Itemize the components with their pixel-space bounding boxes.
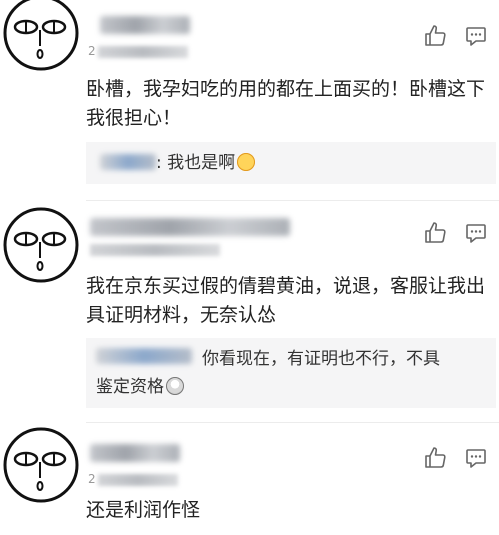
comment-1: 2 卧槽，我孕妇吃的用的都在上面买的！卧槽这下我很担心！ : 我也是啊 (0, 0, 499, 201)
username-blurred[interactable] (90, 218, 290, 236)
thumbs-up-icon (425, 222, 446, 243)
thumbs-up-icon (425, 25, 446, 46)
reply-username-blurred[interactable] (100, 154, 156, 170)
like-button[interactable] (423, 221, 447, 245)
shocked-face-emoji-icon (166, 377, 184, 395)
avatar[interactable] (2, 426, 80, 504)
username-blurred[interactable] (90, 444, 180, 462)
meme-face-avatar-icon (3, 0, 79, 71)
comment-bubble-icon (466, 224, 486, 243)
reply-text: : 我也是啊 (156, 149, 256, 177)
meme-face-avatar-icon (3, 427, 79, 503)
reply-button[interactable] (464, 24, 488, 48)
avatar[interactable] (2, 0, 80, 72)
comment-text: 卧槽，我孕妇吃的用的都在上面买的！卧槽这下我很担心！ (86, 78, 486, 129)
avatar[interactable] (2, 206, 80, 284)
sad-face-emoji-icon (237, 153, 256, 171)
comment-bubble-icon (466, 27, 486, 46)
username-blurred[interactable] (100, 16, 190, 34)
comment-2: 我在京东买过假的倩碧黄油，说退，客服让我出具证明材料，无奈认怂 你看现在，有证明… (0, 200, 499, 423)
like-button[interactable] (423, 446, 447, 470)
date-blurred (98, 474, 178, 486)
thumbs-up-icon (425, 447, 446, 468)
comment-text: 还是利润作怪 (86, 499, 201, 521)
date-blurred (98, 46, 188, 58)
reply-text: 你看现在，有证明也不行，不具鉴定资格 (96, 349, 440, 397)
reply-box[interactable]: : 我也是啊 (86, 142, 496, 184)
comment-text: 我在京东买过假的倩碧黄油，说退，客服让我出具证明材料，无奈认怂 (86, 275, 486, 326)
like-button[interactable] (423, 24, 447, 48)
comment-bubble-icon (466, 449, 486, 468)
reply-box[interactable]: 你看现在，有证明也不行，不具鉴定资格 (86, 338, 496, 408)
comment-3: 2 还是利润作怪 (0, 422, 499, 535)
reply-button[interactable] (464, 221, 488, 245)
comment-date: 2 (88, 472, 96, 486)
meme-face-avatar-icon (3, 207, 79, 283)
comment-date: 2 (88, 44, 96, 58)
date-blurred (90, 244, 220, 256)
reply-button[interactable] (464, 446, 488, 470)
